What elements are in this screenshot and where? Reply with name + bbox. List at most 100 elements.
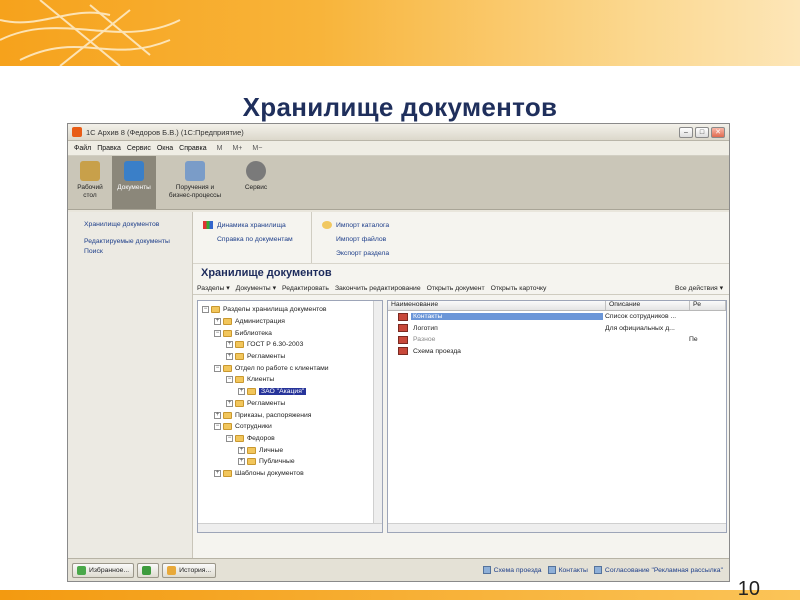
nav-storage[interactable]: Хранилище документов: [84, 220, 192, 230]
section-documents[interactable]: Документы: [112, 156, 156, 209]
maximize-button[interactable]: □: [695, 126, 709, 138]
expand-icon[interactable]: +: [214, 469, 221, 477]
tree-node[interactable]: + ЗАО "Акация": [198, 386, 382, 398]
tree-node[interactable]: + Личные: [198, 444, 382, 456]
section-label: Документы: [117, 184, 151, 191]
add-favorite-button[interactable]: [137, 562, 160, 578]
tree-node[interactable]: + ГОСТ Р 6.30-2003: [198, 339, 382, 351]
expand-icon[interactable]: +: [238, 458, 245, 466]
close-button[interactable]: ✕: [711, 126, 725, 138]
section-desktop[interactable]: Рабочий стол: [68, 156, 112, 209]
document-icon: [593, 566, 602, 574]
column-extra[interactable]: Ре: [690, 301, 726, 310]
tree-node-label: Федоров: [247, 434, 275, 442]
folder-icon: [223, 469, 232, 477]
expand-icon[interactable]: +: [238, 388, 245, 396]
tree-node-label: Отдел по работе с клиентами: [235, 364, 329, 372]
recent-link-approval[interactable]: Согласование "Рекламная рассылка": [593, 566, 723, 574]
menu-file[interactable]: Файл: [74, 145, 91, 152]
section-tasks[interactable]: Поручения и бизнес-процессы: [156, 156, 234, 209]
expand-icon[interactable]: +: [226, 353, 233, 361]
tree-node[interactable]: + Приказы, распоряжения: [198, 409, 382, 421]
menu-help[interactable]: Справка: [179, 145, 206, 152]
expand-icon[interactable]: +: [214, 411, 221, 419]
column-name[interactable]: Наименование: [388, 301, 606, 310]
edit-button[interactable]: Редактировать: [282, 285, 329, 292]
tree-node[interactable]: − Отдел по работе с клиентами: [198, 362, 382, 374]
action-documents-report[interactable]: Справка по документам: [203, 232, 311, 246]
form-title: Хранилище документов: [201, 267, 332, 279]
tree-node[interactable]: − Разделы хранилища документов: [198, 304, 382, 316]
menu-edit[interactable]: Правка: [97, 145, 121, 152]
table-row[interactable]: Схема проезда: [388, 346, 726, 358]
action-import-catalog[interactable]: Импорт каталога: [322, 218, 431, 232]
tree-node[interactable]: − Библиотека: [198, 327, 382, 339]
all-actions-button[interactable]: Все действия ▾: [675, 284, 723, 292]
collapse-icon[interactable]: −: [214, 329, 221, 337]
cell-name: Схема проезда: [411, 348, 603, 355]
menu-service[interactable]: Сервис: [127, 145, 151, 152]
import-icon: [322, 221, 332, 229]
sections-menu-button[interactable]: Разделы ▾: [197, 284, 230, 292]
expand-icon[interactable]: +: [226, 399, 233, 407]
cell-extra: Пе: [689, 336, 698, 344]
tree-node[interactable]: − Сотрудники: [198, 421, 382, 433]
expand-icon[interactable]: +: [226, 341, 233, 349]
expand-icon[interactable]: +: [214, 318, 221, 326]
table-row[interactable]: Разное Пе: [388, 334, 726, 346]
favorites-button[interactable]: Избранное...: [72, 562, 135, 578]
recent-link-route[interactable]: Схема проезда: [482, 566, 542, 574]
collapse-icon[interactable]: −: [202, 306, 209, 314]
collapse-icon[interactable]: −: [226, 376, 233, 384]
table-row[interactable]: Контакты Список сотрудников ...: [388, 311, 726, 323]
toolbar-m[interactable]: M: [217, 145, 223, 152]
column-description[interactable]: Описание: [606, 301, 690, 310]
collapse-icon[interactable]: −: [226, 434, 233, 442]
open-card-button[interactable]: Открыть карточку: [491, 285, 547, 292]
documents-menu-button[interactable]: Документы ▾: [236, 284, 276, 292]
tree-node-label: ГОСТ Р 6.30-2003: [247, 341, 304, 349]
action-export-section[interactable]: Экспорт раздела: [322, 246, 431, 260]
collapse-icon[interactable]: −: [214, 364, 221, 372]
finish-editing-button[interactable]: Закончить редактирование: [335, 285, 421, 292]
tree-node[interactable]: + Регламенты: [198, 351, 382, 363]
tree-node[interactable]: + Регламенты: [198, 398, 382, 410]
collapse-icon[interactable]: −: [214, 423, 221, 431]
recent-link-contacts[interactable]: Контакты: [547, 566, 588, 574]
tree-node[interactable]: + Публичные: [198, 456, 382, 468]
tree-node[interactable]: − Федоров: [198, 433, 382, 445]
decorative-footer-band: [0, 590, 800, 600]
document-icon: [398, 347, 408, 356]
slide: Хранилище документов 1С Архив 8 (Федоров…: [0, 0, 800, 600]
chart-icon: [203, 221, 213, 229]
tree-horizontal-scrollbar[interactable]: [198, 523, 382, 532]
tree-node[interactable]: + Шаблоны документов: [198, 468, 382, 480]
documents-list[interactable]: Наименование Описание Ре Контакты Список …: [387, 300, 727, 533]
toolbar-m-minus[interactable]: M−: [252, 145, 262, 152]
nav-search[interactable]: Поиск: [84, 247, 192, 257]
tree-node[interactable]: − Клиенты: [198, 374, 382, 386]
open-document-button[interactable]: Открыть документ: [427, 285, 485, 292]
history-button[interactable]: История...: [162, 562, 217, 578]
tree-node[interactable]: + Администрация: [198, 316, 382, 328]
cell-description: Для официальных д...: [605, 324, 675, 332]
action-storage-dynamics[interactable]: Динамика хранилища: [203, 218, 311, 232]
table-row[interactable]: Логотип Для официальных д...: [388, 323, 726, 335]
nav-edited-documents[interactable]: Редактируемые документы: [84, 237, 192, 247]
section-service[interactable]: Сервис: [234, 156, 278, 209]
toolbar-m-plus[interactable]: M+: [232, 145, 242, 152]
action-import-files[interactable]: Импорт файлов: [322, 232, 431, 246]
menu-bar: Файл Правка Сервис Окна Справка M M+ M−: [68, 141, 729, 156]
expand-icon[interactable]: +: [238, 446, 245, 454]
cell-description: Список сотрудников ...: [605, 313, 677, 321]
tree-node-label: Приказы, распоряжения: [235, 411, 312, 419]
sections-tree[interactable]: − Разделы хранилища документов + Администра…: [197, 300, 383, 533]
minimize-button[interactable]: –: [679, 126, 693, 138]
tree-vertical-scrollbar[interactable]: [373, 301, 382, 523]
folder-icon: [223, 411, 232, 419]
folder-icon: [247, 446, 256, 454]
menu-windows[interactable]: Окна: [157, 145, 173, 152]
tasks-icon: [185, 161, 205, 181]
document-icon: [398, 335, 408, 344]
list-horizontal-scrollbar[interactable]: [388, 523, 726, 532]
